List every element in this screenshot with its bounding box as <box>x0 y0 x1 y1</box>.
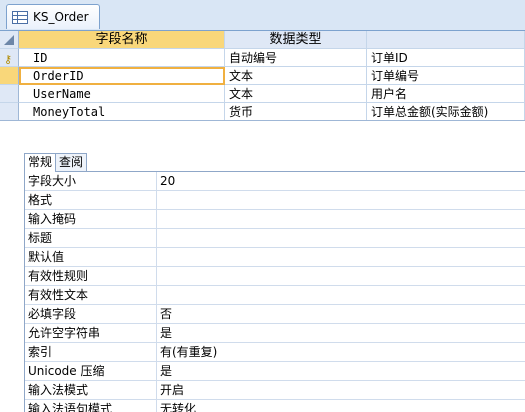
field-name-cell[interactable]: MoneyTotal <box>19 103 225 121</box>
prop-row-input-mask[interactable]: 输入掩码 <box>25 210 525 229</box>
prop-value[interactable] <box>157 229 525 247</box>
row-selector[interactable]: ⚷ <box>0 49 19 67</box>
prop-row-unicode-compression[interactable]: Unicode 压缩是 <box>25 362 525 381</box>
prop-label: 输入法语句模式 <box>25 400 157 412</box>
prop-label: 输入掩码 <box>25 210 157 228</box>
prop-label: 标题 <box>25 229 157 247</box>
description-cell[interactable]: 订单总金额(实际金额) <box>367 103 525 121</box>
prop-value[interactable]: 有(有重复) <box>157 343 525 361</box>
header-field-name[interactable]: 字段名称 <box>19 31 225 49</box>
prop-label: 字段大小 <box>25 172 157 190</box>
prop-label: 有效性规则 <box>25 267 157 285</box>
prop-value[interactable]: 无转化 <box>157 400 525 412</box>
description-cell[interactable]: 用户名 <box>367 85 525 103</box>
field-row-id[interactable]: ⚷ ID 自动编号 订单ID <box>0 49 525 67</box>
prop-label: 输入法模式 <box>25 381 157 399</box>
prop-value[interactable] <box>157 191 525 209</box>
field-grid: 字段名称 数据类型 ⚷ ID 自动编号 订单ID OrderID 文本 订单编号… <box>0 31 525 121</box>
prop-row-indexed[interactable]: 索引 有(有重复) <box>25 343 525 362</box>
prop-label: 有效性文本 <box>25 286 157 304</box>
field-name-cell[interactable]: UserName <box>19 85 225 103</box>
prop-value[interactable] <box>157 248 525 266</box>
row-selector[interactable] <box>0 85 19 103</box>
prop-value[interactable] <box>157 286 525 304</box>
properties-tabs: 常规 查阅 <box>24 153 88 172</box>
prop-row-field-size[interactable]: 字段大小 20 <box>25 172 525 191</box>
field-row-moneytotal[interactable]: MoneyTotal 货币 订单总金额(实际金额) <box>0 103 525 121</box>
grid-header-row: 字段名称 数据类型 <box>0 31 525 49</box>
data-type-cell[interactable]: 文本 <box>225 67 367 85</box>
primary-key-icon: ⚷ <box>4 53 13 66</box>
prop-value[interactable]: 是 <box>157 324 525 342</box>
description-cell[interactable]: 订单编号 <box>367 67 525 85</box>
field-name-cell[interactable]: OrderID <box>19 67 225 85</box>
row-selector[interactable] <box>0 67 19 85</box>
field-properties-panel: 常规 查阅 字段大小 20 格式 输入掩码 标题 默认值 有效性规则 有效性文本 … <box>0 144 525 412</box>
prop-label: 格式 <box>25 191 157 209</box>
document-tab[interactable]: KS_Order <box>6 4 100 29</box>
prop-row-default-value[interactable]: 默认值 <box>25 248 525 267</box>
header-data-type[interactable]: 数据类型 <box>225 31 367 49</box>
header-description[interactable] <box>367 31 525 49</box>
prop-value[interactable]: 是 <box>157 362 525 380</box>
prop-row-format[interactable]: 格式 <box>25 191 525 210</box>
document-tab-label: KS_Order <box>33 10 89 24</box>
tab-general[interactable]: 常规 <box>24 153 57 172</box>
data-type-cell[interactable]: 文本 <box>225 85 367 103</box>
prop-value[interactable] <box>157 267 525 285</box>
prop-row-validation-rule[interactable]: 有效性规则 <box>25 267 525 286</box>
grid-splitter[interactable] <box>0 120 525 145</box>
prop-value[interactable] <box>157 210 525 228</box>
data-type-cell[interactable]: 自动编号 <box>225 49 367 67</box>
prop-row-caption[interactable]: 标题 <box>25 229 525 248</box>
prop-value[interactable]: 20 <box>157 172 525 190</box>
prop-row-ime-sentence-mode[interactable]: 输入法语句模式 无转化 <box>25 400 525 412</box>
document-tab-bar: KS_Order <box>0 0 525 31</box>
tab-lookup[interactable]: 查阅 <box>55 153 88 171</box>
prop-row-required[interactable]: 必填字段否 <box>25 305 525 324</box>
properties-table: 字段大小 20 格式 输入掩码 标题 默认值 有效性规则 有效性文本 必填字段否 … <box>24 171 525 412</box>
field-row-username[interactable]: UserName 文本 用户名 <box>0 85 525 103</box>
prop-value[interactable]: 开启 <box>157 381 525 399</box>
prop-row-validation-text[interactable]: 有效性文本 <box>25 286 525 305</box>
field-row-orderid[interactable]: OrderID 文本 订单编号 <box>0 67 525 85</box>
data-type-cell[interactable]: 货币 <box>225 103 367 121</box>
row-selector[interactable] <box>0 103 19 121</box>
prop-label: Unicode 压缩 <box>25 362 157 380</box>
prop-label: 索引 <box>25 343 157 361</box>
prop-label: 默认值 <box>25 248 157 266</box>
prop-label: 允许空字符串 <box>25 324 157 342</box>
description-cell[interactable]: 订单ID <box>367 49 525 67</box>
prop-row-allow-zero-length[interactable]: 允许空字符串是 <box>25 324 525 343</box>
select-all-corner[interactable] <box>0 31 19 49</box>
prop-label: 必填字段 <box>25 305 157 323</box>
field-name-cell[interactable]: ID <box>19 49 225 67</box>
prop-row-ime-mode[interactable]: 输入法模式 开启 <box>25 381 525 400</box>
table-icon <box>12 10 28 24</box>
prop-value[interactable]: 否 <box>157 305 525 323</box>
